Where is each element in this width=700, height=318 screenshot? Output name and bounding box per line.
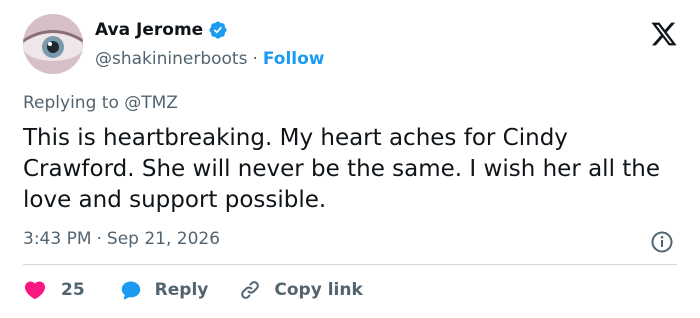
reply-context-prefix: Replying to bbox=[23, 93, 125, 113]
author-name-row: Ava Jerome bbox=[95, 20, 228, 40]
heart-icon bbox=[24, 281, 46, 300]
verified-badge-icon bbox=[209, 21, 227, 39]
tweet-timestamp[interactable]: 3:43 PM · Sep 21, 2026 bbox=[23, 229, 220, 249]
reply-context: Replying to @TMZ bbox=[23, 93, 178, 113]
follow-button[interactable]: Follow bbox=[263, 49, 325, 69]
like-button[interactable]: 25 bbox=[23, 278, 85, 302]
tweet-text: This is heartbreaking. My heart aches fo… bbox=[23, 125, 661, 213]
eye-closeup-image bbox=[23, 14, 83, 74]
tweet-time: 3:43 PM bbox=[23, 229, 92, 249]
handle-separator: · bbox=[252, 49, 258, 69]
reply-label: Reply bbox=[154, 280, 209, 300]
reply-button[interactable]: Reply bbox=[119, 278, 209, 302]
tweet-date: Sep 21, 2026 bbox=[106, 229, 221, 249]
avatar[interactable] bbox=[23, 14, 83, 74]
copy-link-label: Copy link bbox=[274, 280, 363, 300]
x-logo-icon[interactable] bbox=[650, 20, 678, 48]
action-bar: 25 Reply Copy link bbox=[23, 278, 363, 302]
reply-mention-link[interactable]: @TMZ bbox=[124, 93, 178, 113]
author-handle[interactable]: @shakininerboots bbox=[95, 49, 247, 69]
link-icon bbox=[241, 281, 260, 299]
copy-link-button[interactable]: Copy link bbox=[238, 278, 363, 302]
author-display-name[interactable]: Ava Jerome bbox=[95, 20, 203, 40]
divider bbox=[23, 264, 677, 265]
timestamp-separator: · bbox=[96, 229, 102, 249]
author-handle-row: @shakininerboots · Follow bbox=[95, 49, 325, 69]
info-icon[interactable] bbox=[650, 230, 674, 254]
reply-bubble-icon bbox=[121, 281, 140, 300]
like-count: 25 bbox=[61, 280, 85, 300]
